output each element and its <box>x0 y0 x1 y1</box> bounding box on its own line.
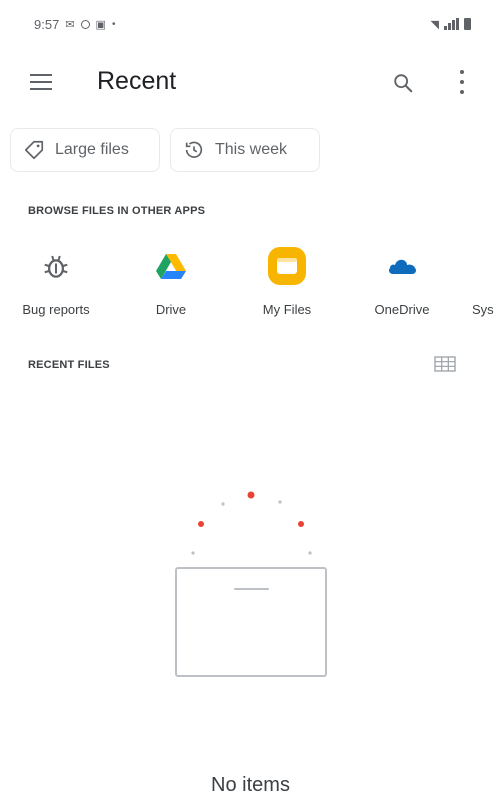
tag-icon <box>24 140 44 160</box>
app-label: Drive <box>155 302 187 317</box>
status-time: 9:57 <box>34 16 60 32</box>
sparkle-decoration <box>191 491 312 555</box>
browse-section-label: BROWSE FILES IN OTHER APPS <box>28 205 206 217</box>
page-title: Recent <box>97 67 177 95</box>
filter-chips: Large files This week <box>0 128 501 172</box>
google-drive-icon <box>156 254 186 279</box>
app-my-files[interactable]: My Files <box>237 240 337 317</box>
app-onedrive[interactable]: OneDrive <box>352 240 452 317</box>
empty-folder-outline <box>175 567 327 677</box>
app-label: Bug reports <box>22 302 90 317</box>
more-vert-icon[interactable] <box>455 70 469 94</box>
status-bar: 9:57 ✉ ▣ • ◥ <box>0 0 501 48</box>
browse-apps-row: Bug reports Drive My Files OneDrive Sys <box>0 240 501 330</box>
app-drive[interactable]: Drive <box>121 240 221 317</box>
dot-icon: • <box>111 18 116 30</box>
recent-section-label: RECENT FILES <box>28 359 110 371</box>
search-icon[interactable] <box>392 72 414 94</box>
status-right: ◥ <box>431 18 471 31</box>
bug-icon <box>44 255 68 278</box>
history-icon <box>185 141 203 158</box>
my-files-icon <box>268 247 306 285</box>
message-icon: ▣ <box>95 18 106 31</box>
chip-large-files[interactable]: Large files <box>10 128 160 172</box>
app-label: Sys <box>472 302 494 317</box>
menu-icon[interactable] <box>30 74 52 90</box>
app-bar: Recent <box>0 48 501 120</box>
empty-state-message: No items <box>211 774 290 796</box>
notification-icon: ✉ <box>65 18 75 31</box>
chip-this-week[interactable]: This week <box>170 128 320 172</box>
app-label: My Files <box>262 302 312 317</box>
battery-icon <box>464 18 471 30</box>
app-bug-reports[interactable]: Bug reports <box>6 240 106 317</box>
app-label: OneDrive <box>374 302 430 317</box>
chip-label: This week <box>215 141 288 158</box>
grid-view-icon[interactable] <box>434 356 456 372</box>
wifi-icon: ◥ <box>430 18 439 31</box>
onedrive-icon <box>389 259 416 274</box>
chip-label: Large files <box>55 141 129 158</box>
empty-state-illustration <box>175 491 327 677</box>
system-icon <box>454 246 494 286</box>
app-system[interactable]: Sys <box>454 240 501 317</box>
circle-icon <box>80 19 90 29</box>
signal-icon <box>444 18 459 30</box>
status-left: 9:57 ✉ ▣ • <box>34 17 115 32</box>
